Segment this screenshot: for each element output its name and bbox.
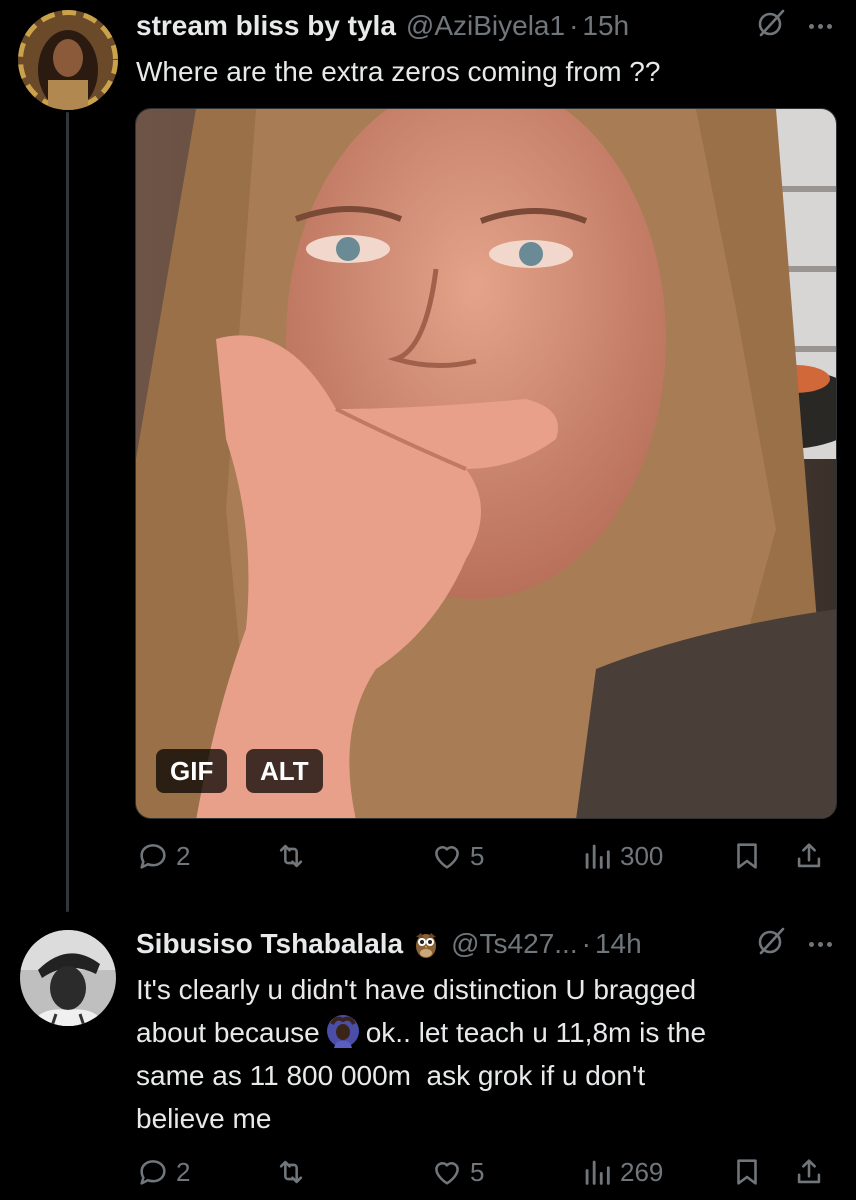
tweet-header: stream bliss by tyla @AziBiyela1 · 15h (136, 4, 836, 48)
reply-count: 2 (176, 840, 191, 871)
timestamp[interactable]: 14h (595, 928, 642, 960)
alt-badge[interactable]: ALT (246, 749, 323, 793)
grok-icon[interactable] (755, 925, 787, 964)
display-name[interactable]: stream bliss by tyla (136, 10, 396, 42)
thread-connector (66, 112, 69, 912)
separator: · (569, 10, 579, 41)
more-icon[interactable] (809, 23, 836, 29)
bookmark-icon (737, 843, 757, 869)
views-button[interactable]: 269 (580, 1152, 663, 1192)
retweet-icon (279, 844, 303, 868)
heart-icon (435, 846, 459, 869)
share-icon (797, 1159, 821, 1184)
owl-emoji-icon (411, 929, 441, 959)
tweet-text-fragment: about because (136, 1017, 320, 1048)
bookmark-button[interactable] (730, 1152, 764, 1192)
like-count: 5 (470, 840, 485, 871)
like-count: 5 (470, 1156, 485, 1187)
views-button[interactable]: 300 (580, 836, 663, 876)
like-button[interactable]: 5 (430, 836, 484, 876)
tweet-header: Sibusiso Tshabalala @Ts427... · 14h (136, 922, 836, 966)
grok-icon[interactable] (755, 7, 787, 46)
avatar[interactable] (18, 10, 118, 110)
view-count: 300 (620, 840, 664, 871)
tweet-text: It's clearly u didn't have distinction U… (136, 968, 826, 1140)
tweet-text-fragment: ok.. let teach u 11,8m is the (365, 1017, 707, 1048)
reply-button[interactable]: 2 (136, 836, 190, 876)
views-icon (585, 1160, 610, 1185)
views-icon (585, 844, 610, 869)
user-handle[interactable]: @Ts427... (451, 928, 577, 960)
retweet-button[interactable] (274, 1152, 308, 1192)
tweet-text-line: about because ok.. let teach u 11,8m is … (136, 1011, 826, 1054)
user-handle[interactable]: @AziBiyela1 (406, 10, 565, 42)
retweet-button[interactable] (274, 836, 308, 876)
avatar[interactable] (20, 930, 116, 1026)
person-gesturing-ok-emoji-icon (326, 1014, 360, 1048)
share-button[interactable] (792, 836, 826, 876)
timestamp[interactable]: 15h (582, 10, 629, 42)
tweet-actions: 2 5 300 (136, 836, 836, 876)
tweet-media-gif[interactable]: GIF ALT (135, 108, 837, 819)
tweet-text-line: It's clearly u didn't have distinction U… (136, 974, 697, 1005)
more-icon[interactable] (809, 941, 836, 947)
tweet-actions: 2 5 269 (136, 1152, 836, 1192)
reply-icon (140, 844, 166, 869)
share-button[interactable] (792, 1152, 826, 1192)
display-name[interactable]: Sibusiso Tshabalala (136, 928, 403, 960)
retweet-icon (279, 1160, 303, 1184)
reply-icon (140, 1160, 166, 1185)
reply-button[interactable]: 2 (136, 1152, 190, 1192)
tweet-text-line: same as 11 800 000m ask grok if u don't (136, 1060, 646, 1091)
gif-badge[interactable]: GIF (156, 749, 228, 793)
heart-icon (435, 1162, 459, 1185)
bookmark-icon (737, 1159, 757, 1185)
gif-frame (136, 109, 836, 818)
share-icon (797, 843, 821, 868)
tweet-text: Where are the extra zeros coming from ?? (136, 56, 661, 87)
bookmark-button[interactable] (730, 836, 764, 876)
view-count: 269 (620, 1156, 664, 1187)
tweet-text-line: believe me (136, 1103, 272, 1134)
like-button[interactable]: 5 (430, 1152, 484, 1192)
reply-count: 2 (176, 1156, 191, 1187)
separator: · (581, 928, 591, 959)
